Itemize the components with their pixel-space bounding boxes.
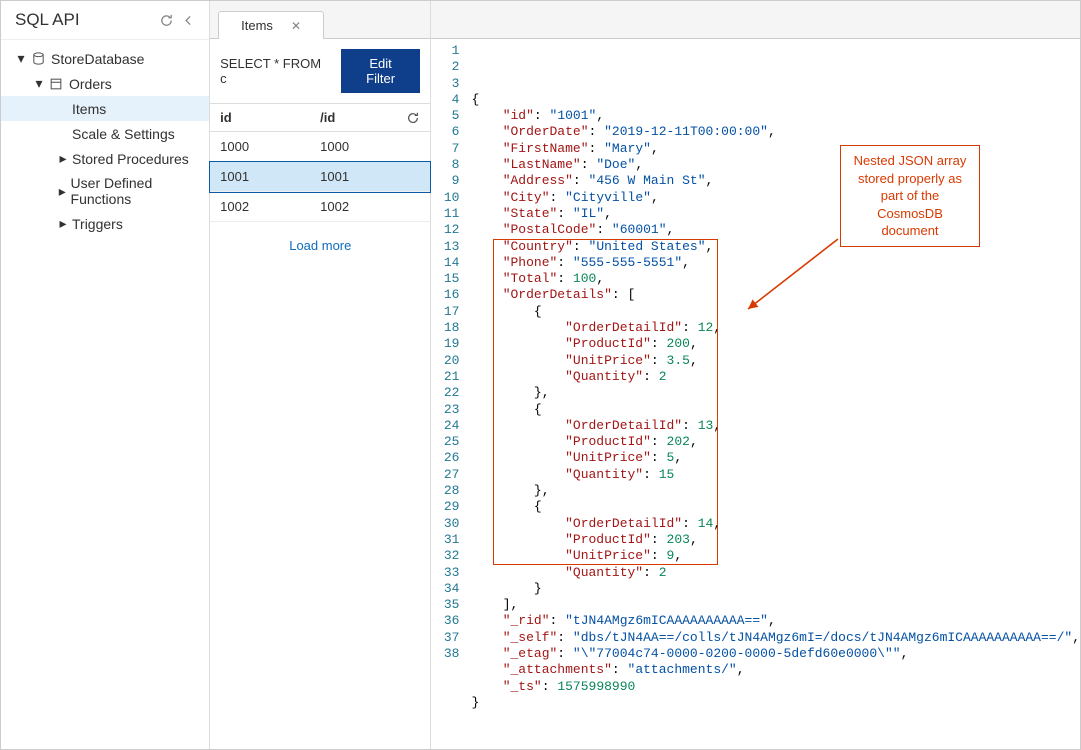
json-editor[interactable]: 1234567891011121314151617181920212223242… xyxy=(431,39,1080,749)
container-label: Orders xyxy=(69,76,112,92)
sidebar-item-scale-settings[interactable]: ▸Scale & Settings xyxy=(1,121,209,146)
close-icon[interactable]: ✕ xyxy=(291,19,301,33)
cell-id: 1001 xyxy=(220,169,320,184)
sidebar-item-label: Stored Procedures xyxy=(72,151,189,167)
cell-id: 1000 xyxy=(220,139,320,154)
table-row[interactable]: 10001000 xyxy=(210,132,430,162)
grid-header: id /id xyxy=(210,103,430,132)
load-more-link[interactable]: Load more xyxy=(210,222,430,269)
container-icon xyxy=(48,77,64,91)
cell-pk: 1002 xyxy=(320,199,420,214)
grid-col-id: id xyxy=(220,110,320,125)
tree-container[interactable]: ▾ Orders xyxy=(1,71,209,96)
sidebar-item-items[interactable]: ▸Items xyxy=(1,96,209,121)
sidebar-item-label: User Defined Functions xyxy=(71,175,200,207)
cell-pk: 1000 xyxy=(320,139,420,154)
sidebar-item-user-defined-functions[interactable]: ▸User Defined Functions xyxy=(1,171,209,211)
caret-down-icon: ▾ xyxy=(33,75,45,92)
tab-bar: Items ✕ xyxy=(210,1,430,39)
sidebar: SQL API ▾ StoreDatabase ▾ xyxy=(1,1,210,749)
sidebar-item-label: Triggers xyxy=(72,216,123,232)
annotation-callout: Nested JSON array stored properly as par… xyxy=(840,145,980,247)
edit-filter-button[interactable]: Edit Filter xyxy=(341,49,421,93)
editor-panel: 1234567891011121314151617181920212223242… xyxy=(431,1,1080,749)
caret-right-icon: ▸ xyxy=(57,150,69,167)
tree-database[interactable]: ▾ StoreDatabase xyxy=(1,46,209,71)
sidebar-item-label: Scale & Settings xyxy=(72,126,175,142)
refresh-icon[interactable] xyxy=(159,13,174,28)
tabbar-spacer xyxy=(431,1,1080,39)
database-icon xyxy=(30,51,46,66)
caret-right-icon: ▸ xyxy=(57,183,68,200)
query-text: SELECT * FROM c xyxy=(220,56,325,86)
filter-bar: SELECT * FROM c Edit Filter xyxy=(210,39,430,103)
tab-label: Items xyxy=(241,18,273,33)
table-row[interactable]: 10011001 xyxy=(210,162,430,192)
navigation-tree: ▾ StoreDatabase ▾ Orders ▸Items▸Scale & … xyxy=(1,40,209,242)
cell-pk: 1001 xyxy=(320,169,420,184)
sidebar-title: SQL API xyxy=(15,10,80,30)
sidebar-item-stored-procedures[interactable]: ▸Stored Procedures xyxy=(1,146,209,171)
line-gutter: 1234567891011121314151617181920212223242… xyxy=(431,43,467,749)
caret-down-icon: ▾ xyxy=(15,50,27,67)
sidebar-item-triggers[interactable]: ▸Triggers xyxy=(1,211,209,236)
refresh-icon[interactable] xyxy=(402,111,420,125)
caret-right-icon: ▸ xyxy=(57,215,69,232)
collapse-sidebar-icon[interactable] xyxy=(182,13,195,28)
grid-col-pk: /id xyxy=(320,110,402,125)
code-content: { "id": "1001", "OrderDate": "2019-12-11… xyxy=(467,43,1080,749)
cell-id: 1002 xyxy=(220,199,320,214)
items-panel: Items ✕ SELECT * FROM c Edit Filter id /… xyxy=(210,1,431,749)
sidebar-item-label: Items xyxy=(72,101,106,117)
sidebar-header: SQL API xyxy=(1,1,209,40)
database-label: StoreDatabase xyxy=(51,51,144,67)
tab-items[interactable]: Items ✕ xyxy=(218,11,324,39)
table-row[interactable]: 10021002 xyxy=(210,192,430,222)
